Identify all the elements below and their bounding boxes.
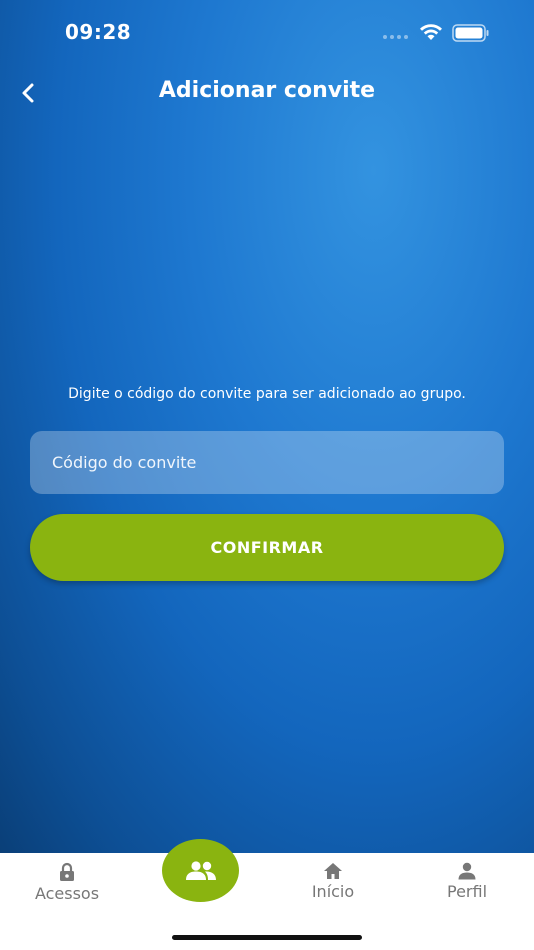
confirm-button[interactable]: CONFIRMAR bbox=[30, 514, 504, 581]
tab-groups[interactable] bbox=[162, 839, 239, 902]
background bbox=[0, 0, 534, 853]
page-title: Adicionar convite bbox=[158, 78, 376, 103]
tab-acessos[interactable]: Acessos bbox=[12, 862, 122, 903]
battery-icon bbox=[452, 24, 489, 42]
tab-perfil[interactable]: Perfil bbox=[412, 862, 522, 901]
home-icon bbox=[324, 863, 342, 879]
tab-label-perfil: Perfil bbox=[446, 882, 488, 901]
add-invite-screen: 09:28 Adicionar convite Digite o código … bbox=[0, 0, 534, 950]
cellular-signal-icon bbox=[383, 35, 408, 39]
status-time: 09:28 bbox=[65, 20, 132, 44]
tab-label-inicio: Início bbox=[311, 882, 355, 901]
invite-code-input[interactable] bbox=[30, 431, 504, 494]
tab-inicio[interactable]: Início bbox=[278, 862, 388, 901]
home-indicator[interactable] bbox=[172, 935, 362, 940]
group-icon bbox=[185, 860, 216, 880]
tab-label-acessos: Acessos bbox=[34, 884, 100, 903]
lock-icon bbox=[60, 862, 74, 881]
wifi-icon bbox=[420, 24, 442, 40]
person-icon bbox=[458, 862, 476, 880]
instruction-text: Digite o código do convite para ser adic… bbox=[68, 386, 466, 402]
